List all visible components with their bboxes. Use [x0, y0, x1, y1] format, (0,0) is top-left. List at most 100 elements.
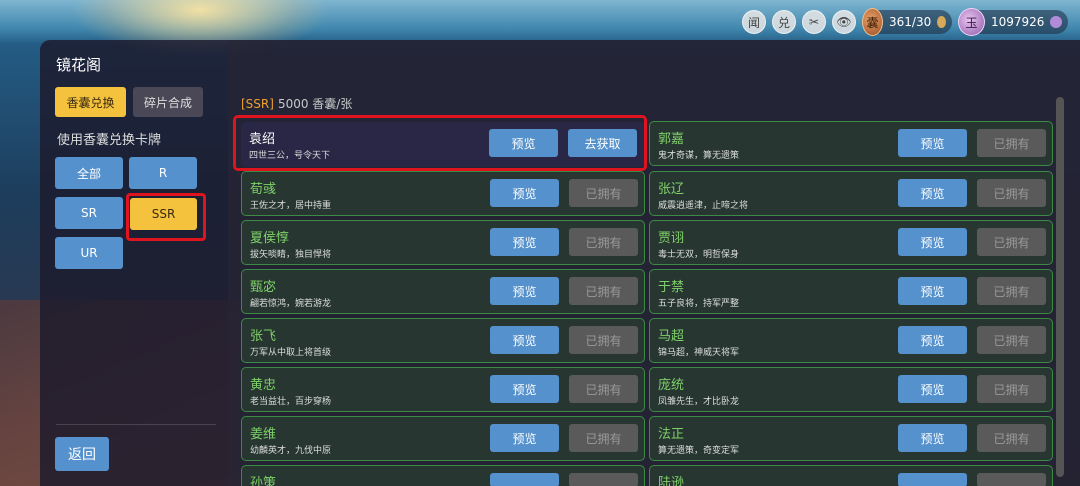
- preview-button[interactable]: 预览: [898, 326, 967, 354]
- card-desc: 威震逍遥津，止啼之将: [658, 201, 749, 211]
- news-icon[interactable]: 闻: [742, 10, 766, 34]
- card-row[interactable]: 荀彧 王佐之才，居中持重 预览 已拥有: [241, 171, 645, 216]
- owned-button: 已拥有: [569, 424, 638, 452]
- top-bar: 闻 兑 ✂ 👁 囊 361/30 玉 1097926: [742, 8, 1068, 36]
- card-name: 张辽: [658, 182, 685, 197]
- tool-icon[interactable]: ✂: [802, 10, 826, 34]
- filter-all[interactable]: 全部: [55, 157, 123, 189]
- eye-icon[interactable]: 👁: [832, 10, 856, 34]
- card-row[interactable]: 夏侯惇 拔矢啖睛，独目悍将 预览 已拥有: [241, 220, 645, 265]
- card-desc: 鬼才奇谋，算无遗策: [658, 151, 740, 161]
- sidebar-divider: [56, 424, 216, 425]
- card-row[interactable]: 马超 锦马超，神威天将军 预览 已拥有: [649, 318, 1053, 363]
- preview-button[interactable]: 预览: [490, 424, 559, 452]
- filter-ur[interactable]: UR: [55, 237, 123, 269]
- add-sachet-icon[interactable]: [937, 16, 946, 28]
- card-row[interactable]: 贾诩 毒士无双，明哲保身 预览 已拥有: [649, 220, 1053, 265]
- card-desc: 锦马超，神威天将军: [658, 348, 740, 358]
- card-row[interactable]: 张辽 威震逍遥津，止啼之将 预览 已拥有: [649, 171, 1053, 216]
- add-gem-icon[interactable]: [1050, 16, 1062, 28]
- owned-button: 已拥有: [569, 375, 638, 403]
- card-desc: 毒士无双，明哲保身: [658, 250, 740, 260]
- card-desc: 幼麟英才，九伐中原: [250, 446, 332, 456]
- card-name: 郭嘉: [658, 132, 685, 147]
- gem-icon: 玉: [958, 8, 985, 36]
- back-button[interactable]: 返回: [55, 437, 109, 471]
- card-desc: 拔矢啖睛，独目悍将: [250, 250, 332, 260]
- preview-button[interactable]: 预览: [490, 277, 559, 305]
- tab-sachet-exchange[interactable]: 香囊兑换: [55, 87, 126, 117]
- card-row[interactable]: 郭嘉 鬼才奇谋，算无遗策 预览 已拥有: [649, 121, 1053, 166]
- scrollbar-thumb[interactable]: [1056, 97, 1064, 477]
- card-name: 孙策: [250, 476, 277, 486]
- card-name: 陆逊: [658, 476, 685, 486]
- owned-button: [977, 473, 1046, 486]
- preview-button[interactable]: 预览: [898, 375, 967, 403]
- owned-button: 已拥有: [977, 326, 1046, 354]
- mirror-pavilion-panel: 镜花阁 香囊兑换 碎片合成 使用香囊兑换卡牌 全部 R SR SSR UR 返回…: [40, 40, 1080, 486]
- tab-shard-synthesis[interactable]: 碎片合成: [133, 87, 203, 117]
- card-name: 荀彧: [250, 182, 277, 197]
- card-row[interactable]: 于禁 五子良将，持军严整 预览 已拥有: [649, 269, 1053, 314]
- gem-count: 1097926: [991, 15, 1045, 29]
- owned-button: [569, 473, 638, 486]
- owned-button: 已拥有: [977, 179, 1046, 207]
- card-row[interactable]: 孙策: [241, 465, 645, 486]
- card-name: 庞统: [658, 378, 685, 393]
- card-row[interactable]: 陆逊: [649, 465, 1053, 486]
- card-desc: 五子良将，持军严整: [658, 299, 740, 309]
- preview-button[interactable]: 预览: [490, 179, 559, 207]
- preview-button[interactable]: 预览: [490, 375, 559, 403]
- card-name: 于禁: [658, 280, 685, 295]
- sachet-icon: 囊: [862, 8, 884, 36]
- card-list-area: [SSR] 5000 香囊/张 袁绍 四世三公，号令天下 预览 去获取 荀彧 王佐…: [228, 40, 1080, 486]
- card-row[interactable]: 甄宓 翩若惊鸿，婉若游龙 预览 已拥有: [241, 269, 645, 314]
- preview-button[interactable]: 预览: [898, 424, 967, 452]
- sachet-currency[interactable]: 囊 361/30: [862, 8, 952, 36]
- card-desc: 王佐之才，居中持重: [250, 201, 332, 211]
- exchange-icon[interactable]: 兑: [772, 10, 796, 34]
- preview-button[interactable]: 预览: [898, 277, 967, 305]
- card-desc: 翩若惊鸿，婉若游龙: [250, 299, 332, 309]
- card-row[interactable]: 法正 算无遗策，奇变定军 预览 已拥有: [649, 416, 1053, 461]
- card-row[interactable]: 张飞 万军从中取上将首级 预览 已拥有: [241, 318, 645, 363]
- preview-button[interactable]: 预览: [898, 228, 967, 256]
- card-name: 黄忠: [250, 378, 277, 393]
- rarity-cost: 5000 香囊/张: [277, 97, 353, 111]
- card-row[interactable]: 庞统 凤雏先生，才比卧龙 预览 已拥有: [649, 367, 1053, 412]
- preview-button[interactable]: 预览: [490, 228, 559, 256]
- rarity-header: [SSR] 5000 香囊/张: [241, 95, 352, 112]
- gem-currency[interactable]: 玉 1097926: [958, 8, 1068, 36]
- card-name: 甄宓: [250, 280, 277, 295]
- filter-sr[interactable]: SR: [55, 197, 123, 229]
- owned-button: 已拥有: [977, 424, 1046, 452]
- owned-button: 已拥有: [569, 228, 638, 256]
- preview-button[interactable]: 预览: [490, 326, 559, 354]
- card-desc: 老当益壮，百步穿杨: [250, 397, 332, 407]
- owned-button: 已拥有: [569, 326, 638, 354]
- card-name: 马超: [658, 329, 685, 344]
- owned-button: 已拥有: [569, 179, 638, 207]
- card-row[interactable]: 黄忠 老当益壮，百步穿杨 预览 已拥有: [241, 367, 645, 412]
- sachet-count: 361/30: [889, 15, 932, 29]
- card-desc: 万军从中取上将首级: [250, 348, 332, 358]
- card-name: 夏侯惇: [250, 231, 290, 246]
- preview-button[interactable]: 预览: [898, 179, 967, 207]
- card-desc: 凤雏先生，才比卧龙: [658, 397, 740, 407]
- preview-button[interactable]: [490, 473, 559, 486]
- scrollbar[interactable]: [1056, 97, 1064, 486]
- card-row[interactable]: 姜维 幼麟英才，九伐中原 预览 已拥有: [241, 416, 645, 461]
- owned-button: 已拥有: [977, 277, 1046, 305]
- rarity-tag: [SSR]: [241, 97, 274, 111]
- owned-button: 已拥有: [977, 375, 1046, 403]
- card-desc: 算无遗策，奇变定军: [658, 446, 740, 456]
- owned-button: 已拥有: [977, 228, 1046, 256]
- filter-r[interactable]: R: [129, 157, 197, 189]
- card-name: 姜维: [250, 427, 277, 442]
- filter-ssr[interactable]: SSR: [130, 198, 197, 230]
- preview-button[interactable]: [898, 473, 967, 486]
- preview-button[interactable]: 预览: [898, 129, 967, 157]
- card-name: 张飞: [250, 329, 277, 344]
- card-name: 法正: [658, 427, 685, 442]
- card-name: 贾诩: [658, 231, 685, 246]
